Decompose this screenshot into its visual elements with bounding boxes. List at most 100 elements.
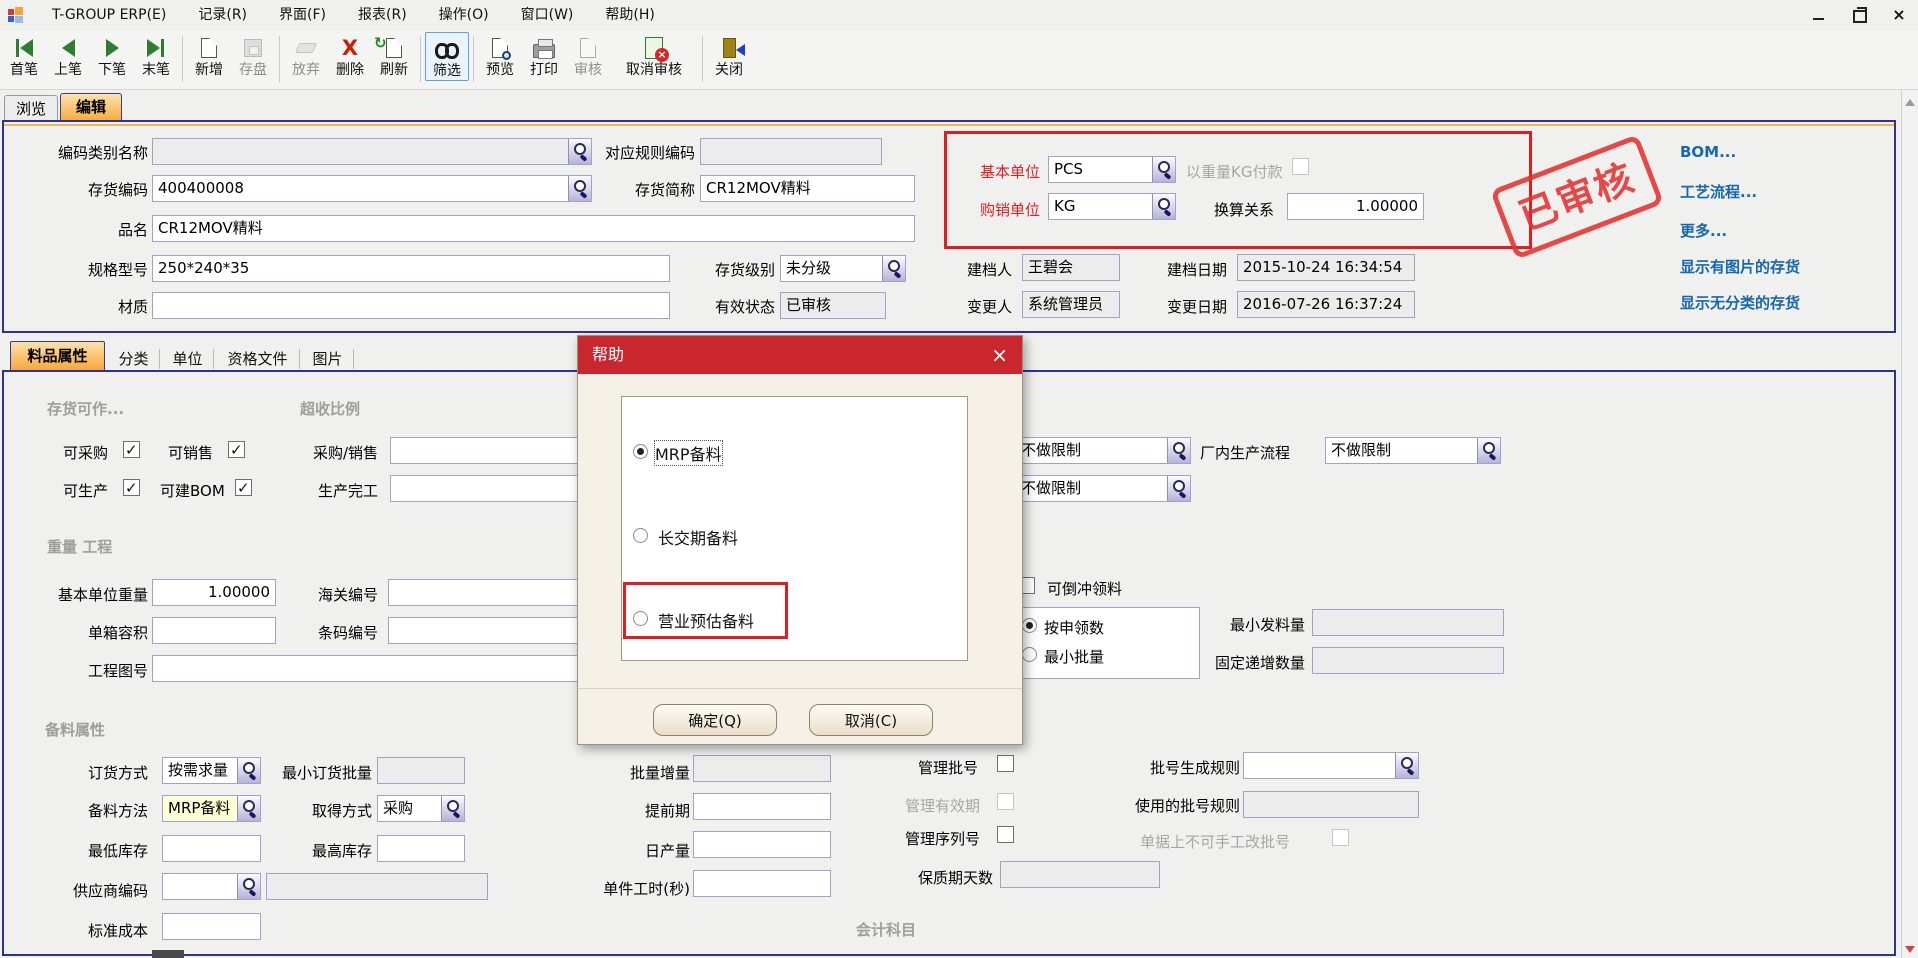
link-more[interactable]: 更多...: [1680, 220, 1727, 241]
base-unit-weight-field[interactable]: 1.00000: [152, 579, 276, 606]
lead-time-field[interactable]: [693, 793, 831, 820]
menu-window[interactable]: 窗口(W): [505, 0, 590, 30]
toolbar-refresh-button[interactable]: ↻ 刷新: [372, 32, 416, 79]
prep-method-field[interactable]: MRP备料: [162, 795, 261, 822]
supplier-code-field[interactable]: [162, 873, 261, 900]
box-volume-field[interactable]: [152, 617, 276, 644]
conversion-field[interactable]: 1.00000: [1287, 193, 1424, 220]
scroll-down-icon[interactable]: [1904, 944, 1916, 956]
menu-interface[interactable]: 界面(F): [263, 0, 342, 30]
radio-min-batch[interactable]: [1022, 647, 1037, 662]
cancel-button[interactable]: 取消(C): [809, 704, 933, 736]
toolbar-print-button[interactable]: 打印: [522, 32, 566, 79]
radio-mrp-prep[interactable]: [633, 444, 648, 459]
checkbox-can-bom[interactable]: [235, 479, 252, 496]
base-unit-field[interactable]: PCS: [1048, 156, 1176, 183]
product-name-field[interactable]: CR12MOV精料: [152, 215, 915, 242]
preview-icon: [478, 34, 522, 62]
link-show-with-image[interactable]: 显示有图片的存货: [1680, 256, 1800, 277]
option-long-lead-prep[interactable]: 长交期备料: [658, 525, 738, 549]
item-code-field[interactable]: 400400008: [152, 175, 592, 202]
menu-help[interactable]: 帮助(H): [589, 0, 670, 30]
checkbox-can-produce[interactable]: [123, 479, 140, 496]
toolbar-filter-button[interactable]: 筛选: [425, 32, 469, 81]
toolbar-last-button[interactable]: 末笔: [134, 32, 178, 79]
link-show-unclassified[interactable]: 显示无分类的存货: [1680, 292, 1800, 313]
lookup-icon[interactable]: [441, 796, 464, 821]
ok-button[interactable]: 确定(Q): [653, 704, 777, 736]
label-base-unit: 基本单位: [958, 161, 1040, 182]
batch-rule-field[interactable]: [1243, 752, 1419, 779]
lookup-icon[interactable]: [237, 874, 260, 899]
toolbar-next-button[interactable]: 下笔: [90, 32, 134, 79]
tab-edit[interactable]: 编辑: [60, 93, 122, 122]
max-stock-field[interactable]: [377, 835, 465, 862]
toolbar-separator: [473, 36, 474, 82]
label-min-order: 最小订货批量: [268, 762, 372, 783]
checkbox-can-purchase[interactable]: [123, 441, 140, 458]
dialog-close-icon[interactable]: ×: [991, 336, 1008, 374]
checkbox-manage-batch[interactable]: [997, 755, 1014, 772]
radio-long-lead-prep[interactable]: [633, 528, 648, 543]
trade-unit-field[interactable]: KG: [1048, 193, 1176, 220]
acquire-mode-field[interactable]: 采购: [377, 795, 465, 822]
modifier-value: 系统管理员: [1023, 292, 1119, 317]
material-field[interactable]: [152, 292, 670, 319]
code-category-field[interactable]: [152, 138, 592, 165]
toolbar-prev-button[interactable]: 上笔: [46, 32, 90, 79]
radio-by-application[interactable]: [1022, 618, 1037, 633]
tab-item-properties[interactable]: 料品属性: [10, 341, 105, 370]
daily-output-field[interactable]: [693, 831, 831, 858]
restriction-field-1[interactable]: 不做限制: [1015, 437, 1191, 464]
scroll-up-icon[interactable]: [1904, 92, 1916, 104]
toolbar-new-button[interactable]: 新增: [187, 32, 231, 79]
restore-icon[interactable]: [1850, 6, 1868, 24]
menu-record[interactable]: 记录(R): [182, 0, 263, 30]
checkbox-can-sale[interactable]: [228, 441, 245, 458]
tab-image[interactable]: 图片: [302, 349, 354, 369]
factory-flow-field[interactable]: 不做限制: [1325, 437, 1501, 464]
rule-code-field[interactable]: [700, 138, 882, 165]
menu-app[interactable]: T-GROUP ERP(E): [36, 0, 182, 30]
toolbar-cancel-audit-button[interactable]: 取消审核: [610, 32, 698, 79]
dialog-title-bar[interactable]: 帮助 ×: [578, 336, 1022, 374]
lookup-icon[interactable]: [1395, 753, 1418, 778]
option-mrp-prep[interactable]: MRP备料: [655, 441, 722, 465]
lookup-icon[interactable]: [882, 256, 905, 281]
item-abbr-field[interactable]: CR12MOV精料: [700, 175, 915, 202]
min-stock-field[interactable]: [162, 835, 261, 862]
acquire-mode-value: 采购: [378, 796, 440, 821]
toolbar-first-button[interactable]: 首笔: [2, 32, 46, 79]
toolbar-delete-button[interactable]: X 删除: [328, 32, 372, 79]
tab-browse[interactable]: 浏览: [4, 95, 58, 122]
link-process-flow[interactable]: 工艺流程...: [1680, 181, 1757, 202]
lookup-icon[interactable]: [1477, 438, 1500, 463]
vertical-scrollbar[interactable]: [1901, 90, 1918, 958]
lookup-icon[interactable]: [1167, 438, 1190, 463]
menu-report[interactable]: 报表(R): [342, 0, 423, 30]
item-level-field[interactable]: 未分级: [780, 255, 906, 282]
lookup-icon[interactable]: [237, 758, 260, 783]
label-order-mode: 订货方式: [60, 762, 148, 783]
tab-unit[interactable]: 单位: [162, 349, 214, 369]
toolbar-preview-button[interactable]: 预览: [478, 32, 522, 79]
lookup-icon[interactable]: [1152, 157, 1175, 182]
link-bom[interactable]: BOM...: [1680, 143, 1736, 161]
restriction-field-2[interactable]: 不做限制: [1015, 475, 1191, 502]
spec-model-field[interactable]: 250*240*35: [152, 255, 670, 282]
checkbox-manage-serial[interactable]: [997, 826, 1014, 843]
label-supplier-code: 供应商编码: [60, 880, 148, 901]
section-over-ratio: 超收比例: [300, 398, 360, 419]
close-window-icon[interactable]: ×: [1890, 6, 1908, 24]
tab-qualification[interactable]: 资格文件: [216, 349, 300, 369]
minimize-icon[interactable]: [1810, 6, 1828, 24]
order-mode-field[interactable]: 按需求量: [162, 757, 261, 784]
menu-operate[interactable]: 操作(O): [423, 0, 505, 30]
tab-classification[interactable]: 分类: [108, 349, 160, 369]
unit-work-time-field[interactable]: [693, 870, 831, 897]
lookup-icon[interactable]: [1167, 476, 1190, 501]
std-cost-field[interactable]: [162, 913, 261, 940]
lookup-icon[interactable]: [237, 796, 260, 821]
lookup-icon[interactable]: [1152, 194, 1175, 219]
toolbar-close-button[interactable]: 关闭: [707, 32, 751, 79]
